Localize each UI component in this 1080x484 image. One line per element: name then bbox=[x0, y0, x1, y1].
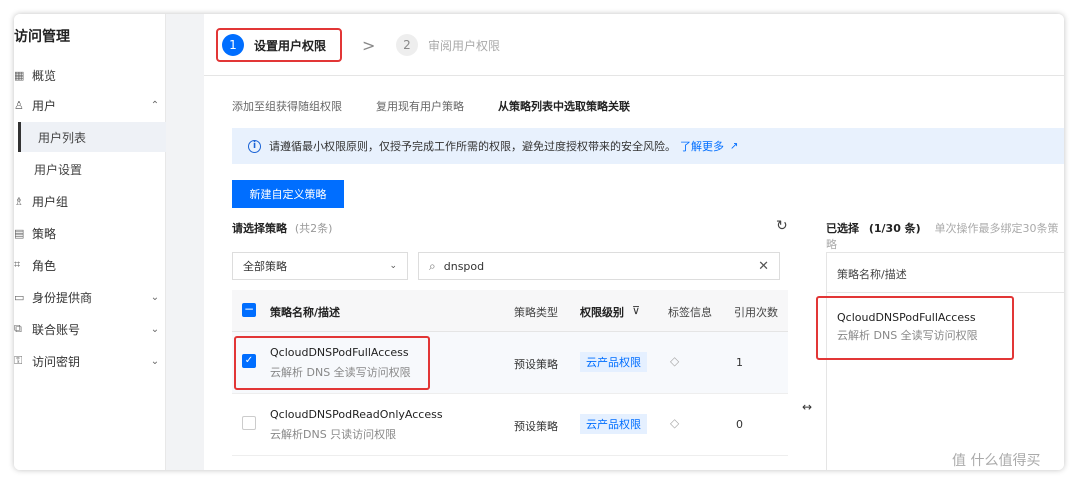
column-header-name: 策略名称/描述 bbox=[270, 306, 341, 319]
tab-add-to-group[interactable]: 添加至组获得随组权限 bbox=[232, 98, 342, 118]
sidebar-item-access-keys[interactable]: ⚿ 访问密钥 ⌄ bbox=[14, 346, 166, 376]
user-icon: ♙ bbox=[14, 98, 24, 112]
selected-policies-panel: 策略名称/描述 QcloudDNSPodFullAccess 云解析 DNS 全… bbox=[826, 252, 1064, 470]
policy-count: (共2条) bbox=[294, 222, 333, 235]
steps-bar: 1 设置用户权限 > 2 审阅用户权限 bbox=[204, 14, 1064, 76]
reference-count: 1 bbox=[736, 356, 743, 369]
chevron-down-icon: ⌄ bbox=[150, 355, 160, 367]
column-header-refs: 引用次数 bbox=[734, 306, 778, 319]
step-label: 设置用户权限 bbox=[254, 38, 327, 53]
sidebar-subitem-user-list[interactable]: 用户列表 bbox=[18, 122, 166, 152]
watermark: 值 什么值得买 bbox=[952, 453, 1041, 469]
sidebar: 访问管理 ▦ 概览 ♙ 用户 ⌃ 用户列表 用户设置 ♗ 用户组 ▤ 策略 ⌗ … bbox=[14, 14, 166, 470]
new-custom-policy-button[interactable]: 新建自定义策略 bbox=[232, 180, 344, 208]
key-icon: ⚿ bbox=[14, 354, 23, 367]
sidebar-item-roles[interactable]: ⌗ 角色 bbox=[14, 250, 166, 280]
tab-reuse-user-policy[interactable]: 复用现有用户策略 bbox=[376, 98, 464, 118]
column-header-level: 权限级别 bbox=[580, 306, 624, 319]
sidebar-item-federated-accounts[interactable]: ⧉ 联合账号 ⌄ bbox=[14, 314, 166, 344]
sidebar-item-policies[interactable]: ▤ 策略 bbox=[14, 218, 166, 248]
app-window: 访问管理 ▦ 概览 ♙ 用户 ⌃ 用户列表 用户设置 ♗ 用户组 ▤ 策略 ⌗ … bbox=[14, 14, 1064, 470]
policy-type: 预设策略 bbox=[514, 420, 558, 433]
select-policy-label: 请选择策略 (共2条) bbox=[232, 222, 333, 235]
step-review-permissions[interactable]: 2 审阅用户权限 bbox=[396, 28, 500, 62]
highlight-box bbox=[816, 296, 1014, 360]
search-icon: ⌕ bbox=[429, 258, 436, 273]
column-header-type: 策略类型 bbox=[514, 306, 558, 319]
policy-icon: ▤ bbox=[14, 226, 25, 240]
tab-select-from-policy-list[interactable]: 从策略列表中选取策略关联 bbox=[498, 98, 630, 118]
chevron-down-icon: ⌄ bbox=[150, 323, 160, 335]
table-row[interactable]: QcloudDNSPodReadOnlyAccess 云解析DNS 只读访问权限… bbox=[232, 394, 788, 456]
role-icon: ⌗ bbox=[14, 258, 21, 271]
step-number: 2 bbox=[396, 34, 418, 56]
sidebar-subitem-user-settings[interactable]: 用户设置 bbox=[14, 154, 166, 184]
info-text: 请遵循最小权限原则，仅授予完成工作所需的权限，避免过度授权带来的安全风险。 bbox=[269, 140, 676, 153]
filter-icon[interactable]: ⊽ bbox=[632, 304, 640, 317]
identity-provider-icon: ▭ bbox=[14, 290, 25, 304]
policy-name: QcloudDNSPodReadOnlyAccess bbox=[270, 408, 443, 421]
step-set-permissions[interactable]: 1 设置用户权限 bbox=[216, 28, 342, 62]
info-icon: i bbox=[248, 139, 261, 153]
sidebar-item-users[interactable]: ♙ 用户 ⌃ bbox=[14, 90, 166, 120]
table-header: − 策略名称/描述 策略类型 权限级别 ⊽ 标签信息 引用次数 bbox=[232, 290, 788, 332]
policy-type: 预设策略 bbox=[514, 358, 558, 371]
swap-arrows-icon: ↔ bbox=[802, 400, 813, 414]
grid-icon: ▦ bbox=[14, 68, 25, 82]
policy-filter-dropdown[interactable]: 全部策略 ⌄ bbox=[232, 252, 408, 280]
highlight-box bbox=[234, 336, 430, 390]
chevron-up-icon: ⌃ bbox=[150, 99, 160, 111]
selected-limit-note: 单次操作最多绑定30条策略 bbox=[826, 222, 1059, 251]
external-link-icon[interactable]: ↗ bbox=[730, 141, 738, 152]
user-group-icon: ♗ bbox=[14, 194, 24, 208]
sidebar-item-user-groups[interactable]: ♗ 用户组 bbox=[14, 186, 166, 216]
permission-level-badge: 云产品权限 bbox=[580, 352, 647, 372]
selected-column-header: 策略名称/描述 bbox=[827, 253, 1064, 293]
main-panel: 1 设置用户权限 > 2 审阅用户权限 添加至组获得随组权限 复用现有用户策略 … bbox=[204, 14, 1064, 470]
selected-header: 已选择 (1/30 条) 单次操作最多绑定30条策略 bbox=[826, 222, 1059, 251]
info-banner: i 请遵循最小权限原则，仅授予完成工作所需的权限，避免过度授权带来的安全风险。 … bbox=[232, 128, 1064, 164]
reference-count: 0 bbox=[736, 418, 743, 431]
tag-icon[interactable]: ◇ bbox=[670, 354, 679, 368]
column-header-tags: 标签信息 bbox=[668, 306, 712, 319]
policy-search-input[interactable]: ⌕ dnspod ✕ bbox=[418, 252, 780, 280]
learn-more-link[interactable]: 了解更多 bbox=[680, 138, 724, 154]
table-row[interactable]: ✓ QcloudDNSPodFullAccess 云解析 DNS 全读写访问权限… bbox=[232, 332, 788, 394]
selected-count: (1/30 条) bbox=[868, 222, 921, 235]
tab-bar: 添加至组获得随组权限 复用现有用户策略 从策略列表中选取策略关联 bbox=[232, 98, 664, 118]
chevron-down-icon: ⌄ bbox=[389, 261, 397, 271]
permission-level-badge: 云产品权限 bbox=[580, 414, 647, 434]
sidebar-item-overview[interactable]: ▦ 概览 bbox=[14, 60, 166, 90]
tag-icon[interactable]: ◇ bbox=[670, 416, 679, 430]
refresh-icon[interactable]: ↻ bbox=[776, 218, 788, 234]
chevron-down-icon: ⌄ bbox=[150, 291, 160, 303]
row-checkbox[interactable] bbox=[242, 416, 256, 430]
clear-icon[interactable]: ✕ bbox=[758, 259, 769, 274]
sidebar-title: 访问管理 bbox=[14, 29, 70, 45]
chevron-right-icon: > bbox=[362, 36, 376, 55]
policy-desc: 云解析DNS 只读访问权限 bbox=[270, 428, 397, 441]
step-label: 审阅用户权限 bbox=[428, 38, 501, 53]
sidebar-item-identity-providers[interactable]: ▭ 身份提供商 ⌄ bbox=[14, 282, 166, 312]
step-number: 1 bbox=[222, 34, 244, 56]
select-all-checkbox[interactable]: − bbox=[242, 303, 256, 317]
federated-account-icon: ⧉ bbox=[14, 322, 22, 335]
